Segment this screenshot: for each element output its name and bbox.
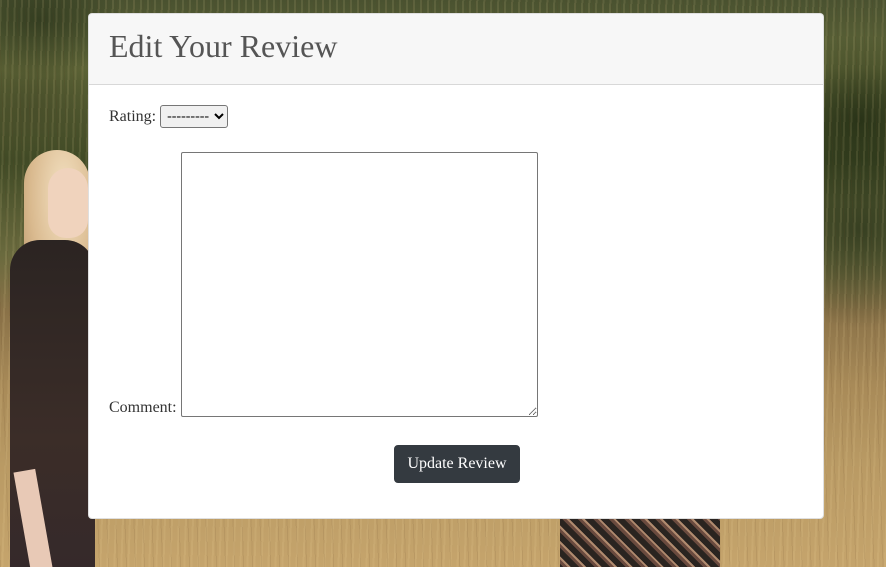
rating-select[interactable]: --------- (160, 105, 229, 128)
button-row: Update Review (109, 445, 803, 483)
review-form: Rating: --------- Comment: Update Review (89, 85, 823, 503)
page-title: Edit Your Review (109, 28, 338, 64)
rating-label: Rating: (109, 107, 157, 125)
background-person-left (0, 150, 95, 567)
review-card: Edit Your Review Rating: --------- Comme… (88, 13, 824, 519)
comment-label: Comment: (109, 399, 177, 416)
comment-row: Comment: (109, 152, 803, 417)
comment-textarea[interactable] (180, 152, 538, 417)
card-header: Edit Your Review (89, 14, 823, 85)
rating-row: Rating: --------- (109, 105, 803, 128)
update-review-button[interactable]: Update Review (394, 445, 520, 483)
background-person-right (560, 512, 720, 567)
person-face (48, 168, 88, 238)
